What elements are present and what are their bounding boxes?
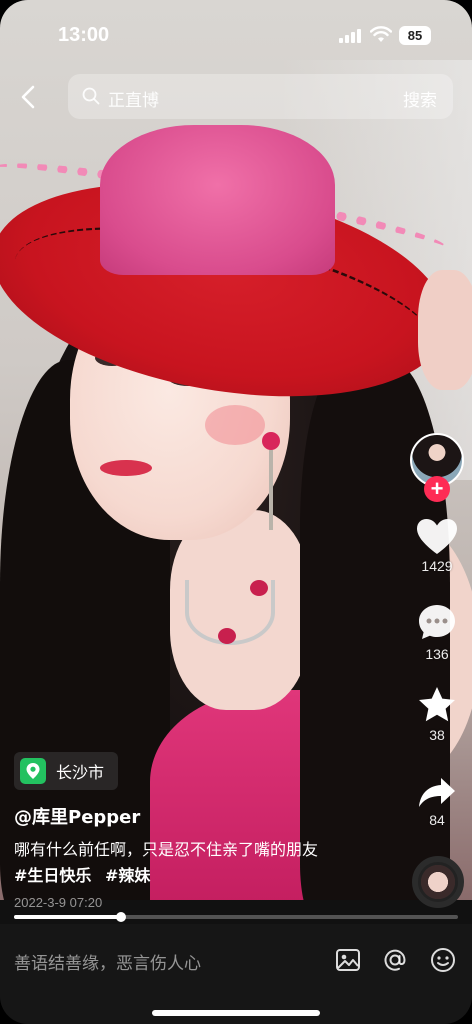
back-icon[interactable] <box>14 82 44 112</box>
video-earring-chain <box>269 450 273 530</box>
hashtag-list: #生日快乐 #辣妹 <box>14 862 158 886</box>
search-input[interactable]: 正直博 <box>108 86 159 111</box>
at-icon[interactable] <box>381 946 409 974</box>
progress-scrubber[interactable] <box>115 912 126 922</box>
video-progress-bar[interactable] <box>14 912 458 922</box>
location-pin-icon <box>20 758 46 784</box>
video-hat-crown <box>100 125 335 275</box>
video-hand <box>418 270 472 390</box>
video-blush <box>205 405 265 445</box>
search-icon <box>82 87 100 105</box>
comment-input[interactable]: 善语结善缘，恶言伤人心 <box>14 949 201 974</box>
search-button[interactable]: 搜索 <box>403 86 437 111</box>
post-date: 2022-3-9 07:20 <box>14 895 103 910</box>
share-count: 84 <box>429 812 445 828</box>
battery-indicator: 85 <box>399 26 431 45</box>
image-icon[interactable] <box>334 946 362 974</box>
status-bar: 13:00 85 <box>0 0 472 64</box>
star-icon <box>419 687 455 722</box>
follow-button[interactable]: + <box>424 476 450 502</box>
favorite-count: 38 <box>429 727 445 743</box>
comment-count: 136 <box>425 646 449 662</box>
video-lips <box>100 460 152 476</box>
necklace-gem <box>250 580 268 596</box>
hashtag[interactable]: #生日快乐 <box>14 866 91 885</box>
share-button[interactable]: 84 <box>409 776 465 828</box>
location-tag[interactable]: 长沙市 <box>14 752 119 790</box>
search-bar[interactable]: 正直博 搜索 <box>68 74 453 119</box>
comment-button[interactable]: 136 <box>409 602 465 662</box>
video-screen[interactable]: 13:00 85 正直博 搜索 + 1429 136 38 84 长沙市 @库里… <box>0 0 472 1024</box>
home-indicator[interactable] <box>152 1010 320 1016</box>
heart-icon <box>417 519 457 554</box>
favorite-button[interactable]: 38 <box>409 685 465 743</box>
wifi-icon <box>370 26 392 42</box>
author-name[interactable]: @库里Pepper <box>14 803 140 829</box>
video-earring <box>262 432 280 450</box>
progress-fill <box>14 915 121 919</box>
like-count: 1429 <box>421 558 453 574</box>
emoji-icon[interactable] <box>429 946 457 974</box>
status-time: 13:00 <box>58 24 110 46</box>
signal-icon <box>339 29 361 43</box>
location-label: 长沙市 <box>56 763 105 782</box>
post-caption: 哪有什么前任啊，只是忍不住亲了嘴的朋友 <box>14 840 319 859</box>
comment-icon <box>419 605 455 639</box>
necklace-gem <box>218 628 236 644</box>
share-icon <box>419 778 455 807</box>
hashtag[interactable]: #辣妹 <box>105 866 150 885</box>
music-disc[interactable] <box>412 856 464 908</box>
comment-bar: 善语结善缘，恶言伤人心 <box>0 924 472 1024</box>
like-button[interactable]: 1429 <box>409 518 465 574</box>
